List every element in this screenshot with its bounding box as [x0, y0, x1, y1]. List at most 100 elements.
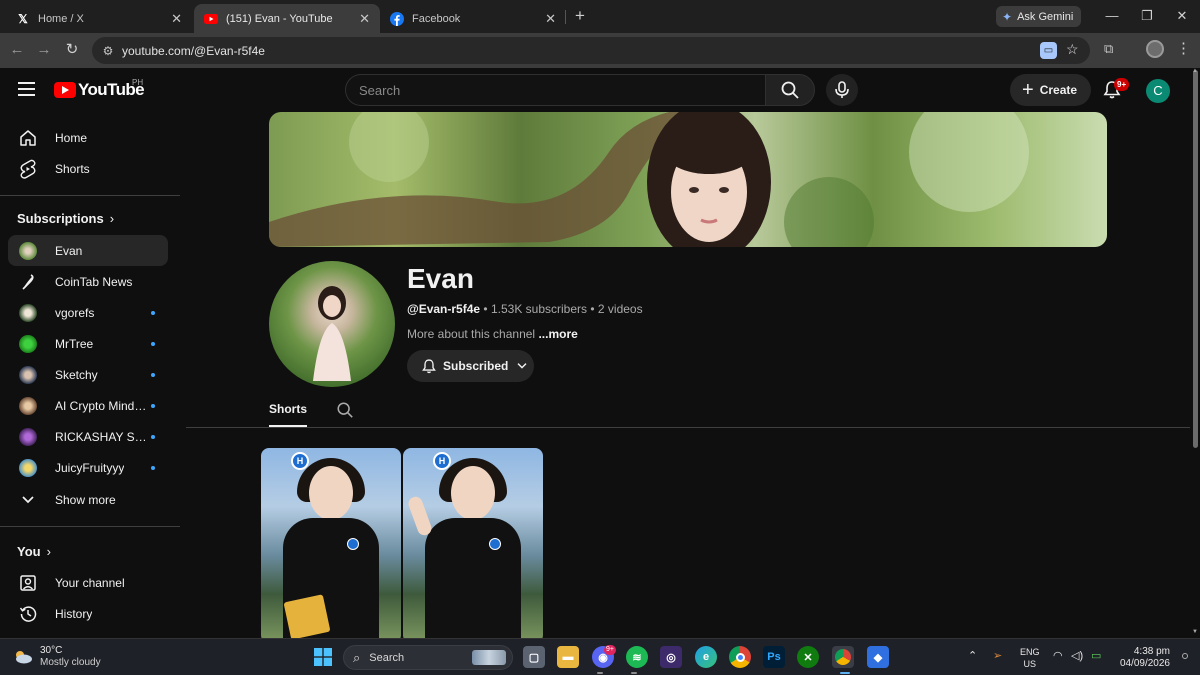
system-clock[interactable]: 4:38 pm 04/09/2026 — [1118, 646, 1170, 670]
brand-logo-icon — [489, 538, 501, 550]
youtube-logo[interactable]: YouTube PH — [54, 78, 145, 100]
wifi-icon[interactable]: ◠ — [1053, 649, 1063, 662]
sidebar-item-evan[interactable]: Evan — [8, 235, 168, 266]
sidebar-item-cointab-news[interactable]: CoinTab News — [8, 266, 168, 297]
language-line: ENG — [1020, 647, 1040, 657]
weather-temp: 30°C — [40, 645, 63, 656]
bookmark-star-icon[interactable]: ☆ — [1066, 41, 1079, 58]
volume-icon[interactable]: ◁) — [1071, 649, 1083, 662]
battery-icon[interactable]: ▭ — [1091, 649, 1101, 662]
close-icon[interactable]: ✕ — [359, 11, 370, 27]
task-view-icon[interactable]: ▢ — [523, 646, 545, 668]
url-text[interactable]: youtube.com/@Evan-r5f4e — [122, 44, 265, 58]
app-icon[interactable]: ◎ — [660, 646, 682, 668]
subscriber-count: 1.53K subscribers — [490, 302, 588, 316]
channel-avatar-icon — [18, 365, 38, 385]
address-bar[interactable]: ⚙ youtube.com/@Evan-r5f4e ▭ ☆ — [92, 37, 1090, 64]
sidebar-item-home[interactable]: Home — [8, 122, 168, 153]
meta-separator: • — [590, 302, 598, 316]
close-icon[interactable]: ✕ — [171, 11, 182, 27]
browser-toolbar: ← → ↻ ⚙ youtube.com/@Evan-r5f4e ▭ ☆ ⧉ ⋮ — [0, 33, 1200, 68]
minimize-button[interactable]: — — [1102, 6, 1122, 26]
short-thumbnail[interactable]: H — [261, 448, 401, 638]
thumbnail-art — [425, 518, 521, 638]
channel-avatar-icon — [18, 396, 38, 416]
ask-gemini-label: Ask Gemini — [1017, 10, 1074, 23]
channel-avatar[interactable] — [269, 261, 395, 387]
taskbar-search[interactable]: ⌕ Search — [343, 645, 513, 670]
chevron-right-icon: › — [46, 544, 51, 559]
photoshop-icon[interactable]: Ps — [763, 646, 785, 668]
hamburger-menu-icon[interactable] — [18, 82, 35, 96]
sidebar-item-ai-crypto-minds[interactable]: AI Crypto Minds ... — [8, 390, 168, 421]
scroll-down-arrow-icon[interactable]: ▼ — [1192, 629, 1198, 635]
close-icon[interactable]: ✕ — [545, 11, 556, 27]
account-avatar[interactable]: C — [1146, 79, 1170, 103]
spotify-icon[interactable]: ≋ — [626, 646, 648, 668]
notification-center-icon[interactable] — [1182, 653, 1188, 659]
notification-badge: 9+ — [1114, 78, 1130, 91]
weather-widget[interactable]: 30°C Mostly cloudy — [12, 645, 101, 669]
file-explorer-icon[interactable]: ▬ — [557, 646, 579, 668]
ask-gemini-button[interactable]: ✦ Ask Gemini — [996, 6, 1082, 27]
reload-button[interactable]: ↻ — [62, 40, 82, 60]
tab-x[interactable]: 𝕏 Home / X ✕ — [6, 4, 192, 33]
profile-avatar[interactable] — [1146, 40, 1164, 58]
search-input[interactable] — [359, 83, 739, 98]
subscriptions-heading[interactable]: Subscriptions › — [17, 211, 114, 226]
chevron-right-icon: › — [109, 211, 115, 226]
back-button[interactable]: ← — [7, 40, 27, 60]
create-button[interactable]: + Create — [1010, 74, 1092, 106]
subscribed-button[interactable]: Subscribed — [407, 350, 534, 382]
extensions-icon[interactable]: ⧉ — [1104, 41, 1113, 57]
window-close-button[interactable]: ✕ — [1172, 6, 1192, 26]
search-box[interactable] — [345, 74, 765, 106]
avatar — [19, 241, 37, 260]
new-tab-button[interactable]: + — [570, 6, 590, 26]
you-heading[interactable]: You › — [17, 544, 51, 559]
restore-button[interactable]: ❐ — [1137, 6, 1157, 26]
channel-search-icon[interactable] — [336, 401, 354, 419]
more-link[interactable]: ...more — [538, 327, 577, 341]
sidebar-item-vgorefs[interactable]: vgorefs — [8, 297, 168, 328]
channel-avatar-icon — [18, 303, 38, 323]
language-indicator[interactable]: ENG US — [1020, 646, 1040, 670]
tab-facebook[interactable]: Facebook ✕ — [380, 4, 566, 33]
cast-icon[interactable]: ▭ — [1040, 42, 1057, 59]
sidebar-item-label: JuicyFruityyy — [55, 460, 125, 475]
voice-search-button[interactable] — [826, 74, 858, 106]
sidebar-item-rickashay[interactable]: RICKASHAY SLO... — [8, 421, 168, 452]
windows-start-icon[interactable] — [312, 646, 334, 668]
sidebar-item-shorts[interactable]: Shorts — [8, 153, 168, 184]
edge-icon[interactable]: e — [695, 646, 717, 668]
location-arrow-icon[interactable]: ➢ — [993, 649, 1002, 662]
search-button[interactable] — [765, 74, 815, 106]
short-thumbnail[interactable]: H — [403, 448, 543, 638]
tab-shorts[interactable]: Shorts — [269, 402, 307, 416]
tab-separator — [565, 10, 566, 24]
sidebar-item-sketchy[interactable]: Sketchy — [8, 359, 168, 390]
avatar — [19, 427, 37, 446]
avatar — [19, 303, 37, 322]
roblox-icon[interactable]: ◆ — [867, 646, 889, 668]
sidebar-item-your-channel[interactable]: Your channel — [8, 567, 168, 598]
chevron-down-icon — [517, 363, 527, 369]
site-info-icon[interactable]: ⚙ — [100, 43, 116, 59]
sidebar-item-label: AI Crypto Minds ... — [55, 398, 147, 413]
chrome-active-icon[interactable] — [832, 646, 854, 668]
show-more-button[interactable]: Show more — [8, 484, 168, 515]
sidebar-item-history[interactable]: History — [8, 598, 168, 629]
browser-menu-icon[interactable]: ⋮ — [1176, 39, 1191, 57]
forward-button[interactable]: → — [34, 40, 54, 60]
channel-description[interactable]: More about this channel ...more — [407, 327, 578, 341]
chrome-icon[interactable] — [729, 646, 751, 668]
show-hidden-icons-chevron-icon[interactable]: ⌃ — [968, 649, 977, 662]
tab-youtube[interactable]: (151) Evan - YouTube ✕ — [194, 4, 380, 33]
scroll-up-arrow-icon[interactable]: ▲ — [1192, 68, 1198, 74]
xbox-icon[interactable]: ✕ — [797, 646, 819, 668]
sidebar-item-mrtree[interactable]: MrTree — [8, 328, 168, 359]
chevron-down-icon — [18, 490, 38, 510]
channel-meta: @Evan-r5f4e • 1.53K subscribers • 2 vide… — [407, 302, 643, 316]
sidebar-item-juicyfruityyy[interactable]: JuicyFruityyy — [8, 452, 168, 483]
scrollbar-thumb[interactable] — [1193, 70, 1198, 448]
